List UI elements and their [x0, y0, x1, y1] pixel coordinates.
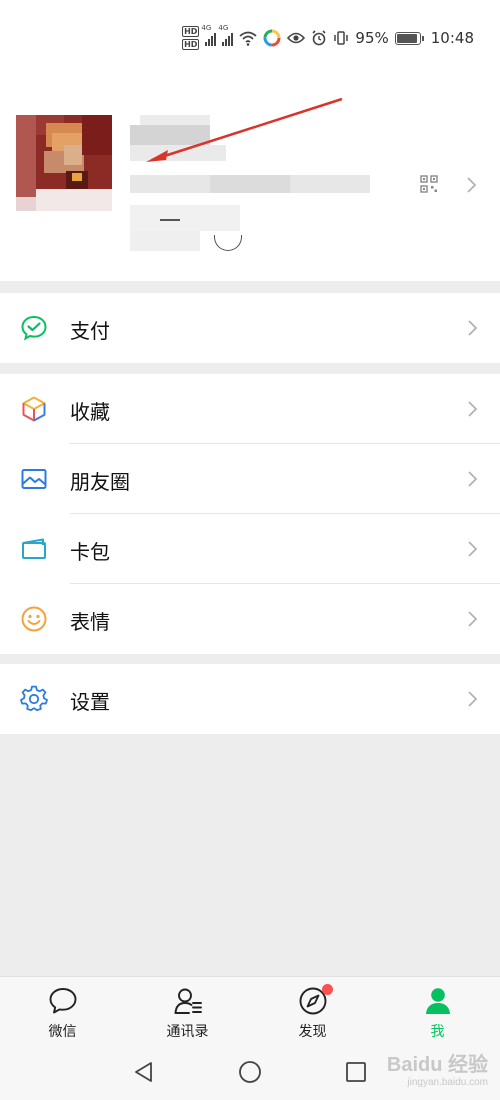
watermark-url: jingyan.baidu.com	[407, 1077, 488, 1088]
cards-label: 卡包	[70, 540, 110, 564]
watermark: Baidu 经验 jingyan.baidu.com	[387, 1048, 488, 1088]
menu-item-stickers[interactable]: 表情	[0, 584, 500, 654]
chevron-right-icon	[468, 611, 478, 627]
menu-item-favorites[interactable]: 收藏	[0, 374, 500, 444]
back-icon[interactable]	[132, 1060, 156, 1084]
settings-label: 设置	[70, 690, 110, 714]
recents-icon[interactable]	[344, 1060, 368, 1084]
home-icon[interactable]	[238, 1060, 262, 1084]
menu-item-settings[interactable]: 设置	[0, 664, 500, 734]
menu-item-moments[interactable]: 朋友圈	[0, 444, 500, 514]
bottom-tab-bar: 微信 通讯录 发现 我	[0, 976, 500, 1042]
card-wallet-icon	[22, 538, 46, 559]
chevron-right-icon	[468, 541, 478, 557]
pay-label: 支付	[70, 319, 110, 343]
tab-chats[interactable]: 微信	[0, 977, 125, 1043]
smiley-icon	[21, 606, 47, 632]
tab-label: 微信	[48, 1024, 77, 1040]
cube-icon	[22, 396, 46, 422]
pay-icon	[21, 315, 47, 341]
chevron-right-icon	[468, 691, 478, 707]
menu-item-cards[interactable]: 卡包	[0, 514, 500, 584]
tab-label: 通讯录	[166, 1024, 209, 1040]
menu-item-pay[interactable]: 支付	[0, 293, 500, 363]
image-icon	[21, 469, 47, 489]
notification-dot	[322, 984, 333, 995]
favorites-label: 收藏	[70, 400, 110, 424]
chevron-right-icon	[468, 471, 478, 487]
watermark-logo: Baidu 经验	[386, 1054, 488, 1076]
tab-discover[interactable]: 发现	[250, 977, 375, 1043]
chevron-right-icon	[468, 320, 478, 336]
tab-label: 我	[430, 1024, 445, 1040]
tab-label: 发现	[298, 1024, 327, 1040]
contacts-icon	[174, 988, 202, 1014]
person-icon	[426, 988, 450, 1014]
stickers-label: 表情	[70, 610, 110, 634]
gear-icon	[20, 685, 48, 711]
annotation-arrow	[146, 97, 343, 162]
system-nav-bar: Baidu 经验 jingyan.baidu.com	[0, 1042, 500, 1100]
tab-me[interactable]: 我	[375, 977, 500, 1043]
tab-contacts[interactable]: 通讯录	[125, 977, 250, 1043]
chevron-right-icon	[468, 401, 478, 417]
chat-bubble-icon	[49, 988, 77, 1014]
moments-label: 朋友圈	[70, 470, 130, 494]
